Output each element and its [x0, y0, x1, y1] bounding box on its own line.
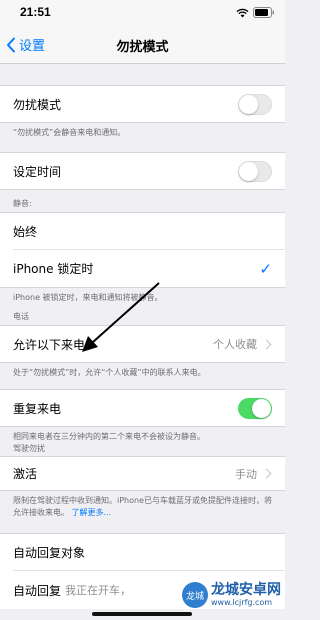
watermark-logo-text: 龙城: [185, 591, 204, 602]
toggle-knob: [239, 94, 258, 114]
driving-header: 驾驶勿扰: [13, 444, 45, 453]
driving-activate-row[interactable]: 激活 手动: [0, 456, 285, 491]
checkmark-icon: ✓: [259, 259, 272, 278]
dnd-label: 勿扰模式: [13, 97, 62, 112]
allow-calls-label: 允许以下来电: [13, 337, 86, 352]
scheduled-label: 设定时间: [13, 164, 62, 179]
chevron-right-icon: [261, 468, 272, 479]
repeated-calls-toggle[interactable]: [238, 397, 272, 419]
scheduled-toggle[interactable]: [238, 160, 272, 182]
silence-footnote: iPhone 被锁定时，来电和通知将被静音。: [13, 293, 163, 302]
driving-activate-value: 手动: [235, 467, 257, 481]
allow-calls-value: 个人收藏: [213, 338, 257, 351]
page-title: 勿扰模式: [116, 40, 169, 55]
watermark-text: 龙城安卓网 www.lcjrfg.com: [211, 581, 281, 608]
scheduled-row: 设定时间: [0, 152, 285, 190]
dnd-footnote: “勿扰模式”会静音来电和通知。: [13, 128, 126, 137]
silence-always-row[interactable]: 始终: [0, 212, 285, 250]
auto-reply-to-label: 自动回复对象: [13, 546, 86, 560]
allow-calls-row[interactable]: 允许以下来电 个人收藏: [0, 325, 285, 363]
repeated-calls-row: 重复来电: [0, 389, 285, 427]
driving-footnote: 限制在驾驶过程中收到通知。iPhone已与车载蓝牙或免提配件连接时，将允许接收来…: [0, 491, 285, 533]
learn-more-link[interactable]: 了解更多...: [72, 508, 112, 517]
auto-reply-value: 我正在开车，: [65, 584, 132, 597]
navigation-bar: 设置 勿扰模式: [0, 24, 285, 64]
watermark: 龙城 龙城安卓网 www.lcjrfg.com: [182, 582, 281, 608]
battery-icon: [253, 7, 274, 18]
status-time: 21:51: [20, 5, 51, 19]
silence-locked-label: iPhone 锁定时: [13, 262, 94, 276]
auto-reply-to-row[interactable]: 自动回复对象: [0, 533, 285, 571]
watermark-url: www.lcjrfg.com: [211, 597, 273, 607]
toggle-knob: [239, 161, 258, 181]
allow-calls-footnote: 处于“勿扰模式”时，允许“个人收藏”中的联系人来电。: [13, 368, 206, 377]
silence-header: 静音:: [13, 199, 32, 208]
chevron-right-icon: [261, 339, 272, 349]
dnd-row: 勿扰模式: [0, 85, 285, 123]
silence-locked-row[interactable]: iPhone 锁定时 ✓: [0, 250, 285, 288]
repeated-calls-footnote: 相同来电者在三分钟内的第二个来电不会被设为静音。: [13, 432, 205, 441]
auto-reply-label: 自动回复: [13, 583, 62, 598]
toggle-knob: [252, 398, 271, 418]
home-indicator: [92, 612, 192, 616]
wifi-icon: [236, 8, 249, 17]
dnd-toggle[interactable]: [238, 93, 272, 115]
repeated-calls-label: 重复来电: [13, 401, 62, 416]
status-icons: [236, 7, 275, 18]
silence-always-label: 始终: [13, 225, 38, 239]
driving-activate-label: 激活: [13, 467, 38, 481]
phone-header: 电话: [13, 312, 29, 321]
driving-footnote-text: 限制在驾驶过程中收到通知。iPhone已与车载蓝牙或免提配件连接时，将允许接收来…: [13, 496, 273, 517]
watermark-logo: 龙城: [182, 582, 208, 608]
watermark-title: 龙城安卓网: [211, 581, 281, 598]
status-bar: 21:51: [0, 0, 285, 24]
